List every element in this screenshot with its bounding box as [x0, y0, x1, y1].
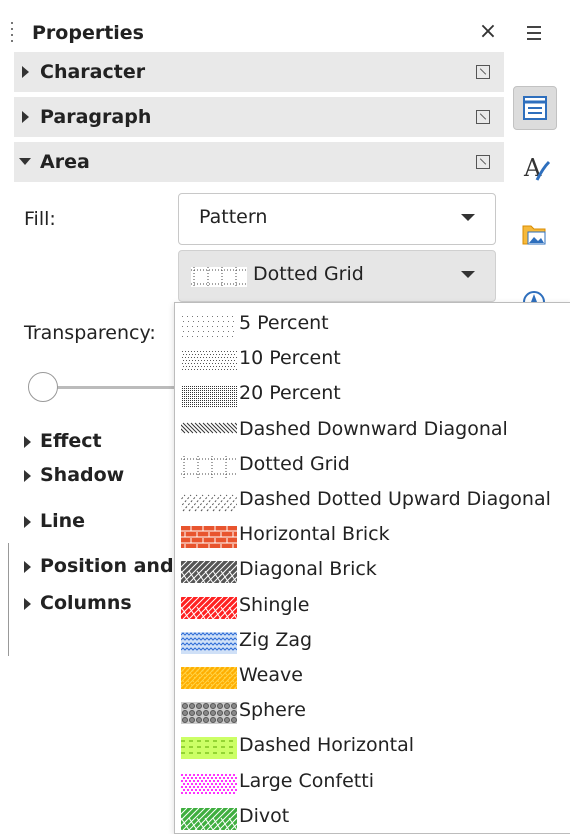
- section-label: Character: [40, 61, 146, 83]
- pattern-swatch-icon: [181, 631, 237, 654]
- drag-grip-icon[interactable]: [10, 22, 14, 48]
- section-effect[interactable]: Effect: [14, 426, 184, 458]
- section-line[interactable]: Line: [14, 506, 184, 538]
- dotted-grid-swatch-icon: [191, 267, 247, 287]
- transparency-label: Transparency:: [24, 322, 156, 344]
- pattern-option[interactable]: Dotted Grid: [181, 448, 570, 482]
- properties-icon: [523, 96, 547, 120]
- pattern-option-label: Sphere: [239, 699, 306, 722]
- hamburger-icon: [527, 26, 541, 40]
- transparency-slider-track[interactable]: [44, 386, 184, 389]
- pattern-swatch-icon: [181, 667, 237, 689]
- pattern-option-label: Dashed Dotted Upward Diagonal: [239, 488, 551, 510]
- pattern-swatch-icon: [181, 807, 237, 830]
- expand-triangle-icon: [24, 516, 31, 528]
- pattern-option[interactable]: Weave: [181, 659, 570, 693]
- pattern-option-label: Diagonal Brick: [239, 558, 377, 581]
- pattern-option-label: Weave: [239, 664, 303, 686]
- pattern-option[interactable]: 10 Percent: [181, 342, 570, 376]
- transparency-slider-handle[interactable]: [28, 372, 58, 402]
- pattern-option[interactable]: Dashed Dotted Upward Diagonal: [181, 483, 570, 517]
- pattern-option-label: Shingle: [239, 593, 310, 616]
- more-options-icon[interactable]: [476, 110, 490, 124]
- pattern-swatch-icon: [181, 772, 237, 795]
- section-label: Position and: [40, 555, 174, 577]
- expand-triangle-icon: [22, 66, 29, 78]
- styles-icon: A: [523, 154, 551, 182]
- panel-title: Properties: [32, 22, 144, 44]
- pattern-dropdown-list: 5 Percent 10 Percent 20 Percent Dashed Down…: [174, 302, 570, 834]
- pattern-swatch-icon: [181, 596, 237, 619]
- fill-type-value: Pattern: [199, 206, 268, 228]
- pattern-option[interactable]: Dashed Downward Diagonal: [181, 413, 570, 447]
- chevron-down-icon: [461, 214, 475, 221]
- section-paragraph[interactable]: Paragraph: [14, 97, 504, 137]
- pattern-option[interactable]: Diagonal Brick: [181, 553, 570, 587]
- section-shadow[interactable]: Shadow: [14, 460, 184, 492]
- pattern-option[interactable]: Dashed Horizontal: [181, 729, 570, 763]
- pattern-option[interactable]: 20 Percent: [181, 377, 570, 411]
- pattern-swatch-icon: [181, 737, 237, 760]
- sidebar-tab-gallery[interactable]: [513, 212, 555, 254]
- pattern-option-label: 20 Percent: [239, 382, 341, 405]
- pattern-swatch-icon: [181, 455, 237, 478]
- pattern-swatch-icon: [181, 350, 237, 373]
- pattern-option[interactable]: Divot: [181, 800, 570, 833]
- pattern-option[interactable]: Sphere: [181, 694, 570, 728]
- pattern-option-label: 5 Percent: [239, 312, 329, 334]
- pattern-select[interactable]: Dotted Grid: [178, 250, 496, 302]
- pattern-swatch-icon: [181, 315, 237, 337]
- expand-triangle-icon: [24, 436, 31, 448]
- pattern-swatch-icon: [181, 526, 237, 549]
- section-label: Shadow: [40, 464, 125, 486]
- pattern-option-label: Large Confetti: [239, 769, 374, 792]
- sidebar-tab-properties[interactable]: [513, 86, 557, 130]
- more-options-icon[interactable]: [476, 155, 490, 169]
- sidebar-menu-button[interactable]: [513, 12, 555, 54]
- close-panel-button[interactable]: ×: [476, 19, 500, 44]
- divider: [8, 543, 9, 656]
- pattern-swatch-icon: [181, 385, 237, 408]
- section-character[interactable]: Character: [14, 52, 504, 92]
- pattern-option[interactable]: Horizontal Brick: [181, 518, 570, 552]
- pattern-option-label: Divot: [239, 804, 290, 827]
- pattern-option-label: Zig Zag: [239, 628, 313, 651]
- section-label: Line: [40, 510, 86, 532]
- pattern-option-label: 10 Percent: [239, 347, 341, 370]
- section-label: Columns: [40, 592, 132, 614]
- fill-label: Fill:: [24, 208, 56, 230]
- pattern-value: Dotted Grid: [253, 263, 364, 285]
- pattern-swatch-icon: [181, 561, 237, 584]
- sidebar-tab-styles[interactable]: A: [513, 146, 555, 188]
- pattern-swatch-icon: [181, 702, 237, 725]
- pattern-option[interactable]: 5 Percent: [181, 307, 570, 341]
- pattern-option-label: Dashed Downward Diagonal: [239, 417, 508, 440]
- expand-triangle-icon: [24, 561, 31, 573]
- section-area[interactable]: Area: [14, 142, 504, 182]
- section-position-and-size[interactable]: Position and: [14, 551, 184, 583]
- navigator-icon: [523, 291, 545, 302]
- section-label: Area: [40, 151, 90, 173]
- pattern-option[interactable]: Zig Zag: [181, 624, 570, 658]
- sidebar-tab-navigator[interactable]: [513, 280, 555, 302]
- section-label: Paragraph: [40, 106, 152, 128]
- panel-titlebar: Properties ×: [0, 8, 505, 50]
- pattern-option[interactable]: Large Confetti: [181, 765, 570, 799]
- expand-triangle-icon: [24, 598, 31, 610]
- pattern-option-label: Dashed Horizontal: [239, 734, 415, 757]
- section-label: Effect: [40, 430, 102, 452]
- chevron-down-icon: [461, 271, 475, 278]
- pattern-option-label: Dotted Grid: [239, 452, 350, 475]
- fill-type-select[interactable]: Pattern: [178, 193, 496, 245]
- collapse-triangle-icon: [19, 158, 31, 165]
- expand-triangle-icon: [22, 111, 29, 123]
- more-options-icon[interactable]: [476, 65, 490, 79]
- expand-triangle-icon: [24, 470, 31, 482]
- section-columns[interactable]: Columns: [14, 588, 184, 620]
- pattern-swatch-icon: [181, 420, 237, 443]
- pattern-option-label: Horizontal Brick: [239, 523, 390, 546]
- pattern-option[interactable]: Shingle: [181, 589, 570, 623]
- gallery-icon: [522, 225, 546, 245]
- pattern-swatch-icon: [181, 491, 237, 513]
